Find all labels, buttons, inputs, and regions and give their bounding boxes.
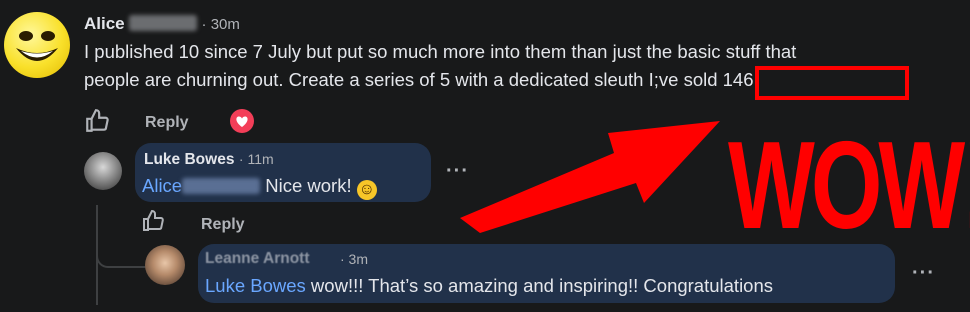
- like-icon[interactable]: [84, 108, 110, 139]
- post-author-name[interactable]: Alice: [84, 14, 125, 33]
- post-body-line-1: I published 10 since 7 July but put so m…: [84, 41, 797, 62]
- reply-text-leanne-body: wow!!! That’s so amazing and inspiring!!…: [305, 275, 774, 296]
- avatar-leanne[interactable]: [145, 245, 185, 285]
- thread-connector: [96, 240, 146, 268]
- mention-luke-bowes[interactable]: Luke Bowes: [205, 275, 306, 296]
- highlight-box: [755, 66, 909, 100]
- reply-author-leanne[interactable]: Leanne Arnott: [205, 250, 309, 267]
- more-options-icon-2[interactable]: ···: [912, 262, 935, 285]
- smile-emoji-icon: ☺: [356, 180, 377, 200]
- redacted-mention-surname: [182, 178, 261, 194]
- post-timestamp[interactable]: · 30m: [202, 16, 240, 33]
- reply-text-leanne: Luke Bowes wow!!! That’s so amazing and …: [205, 273, 773, 299]
- reply-text-luke-body: Nice work!: [260, 175, 357, 196]
- post-header: Alice · 30m: [84, 14, 240, 34]
- wow-annotation-text: WOW!: [728, 117, 970, 255]
- reply-timestamp-leanne[interactable]: · 3m: [340, 251, 368, 267]
- red-arrow-annotation: [460, 121, 720, 233]
- highlighted-sales-text: I;ve sold 146: [648, 69, 754, 90]
- reply-text-luke: Alice Nice work! ☺: [142, 173, 377, 200]
- post-body-line-2-text: people are churning out. Create a series…: [84, 69, 649, 90]
- avatar-alice[interactable]: [4, 12, 70, 78]
- reply-like-icon[interactable]: [141, 209, 165, 238]
- redacted-surname: [129, 15, 198, 31]
- love-reaction-icon[interactable]: [230, 109, 254, 133]
- reply-bubble-luke: Luke Bowes · 11m Alice Nice work! ☺: [135, 143, 431, 202]
- avatar-luke-bowes[interactable]: [84, 152, 122, 190]
- smiley-avatar-icon: [16, 31, 58, 61]
- reply-reply-link[interactable]: Reply: [201, 216, 245, 234]
- mention-alice[interactable]: Alice: [142, 175, 182, 196]
- post-reply-link[interactable]: Reply: [145, 114, 189, 132]
- reply-timestamp-luke[interactable]: · 11m: [239, 151, 274, 167]
- reply-author-luke[interactable]: Luke Bowes: [144, 151, 234, 168]
